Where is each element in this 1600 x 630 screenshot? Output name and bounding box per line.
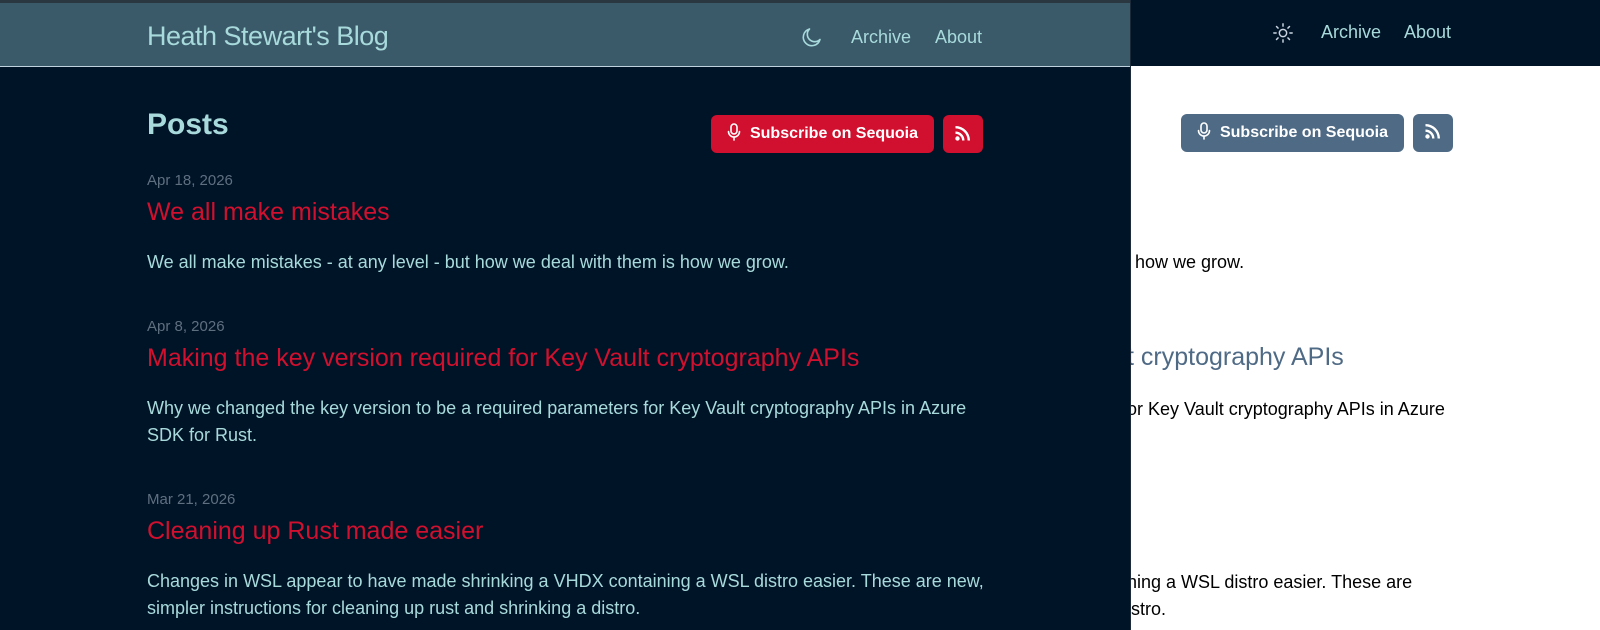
post-summary: Changes in WSL appear to have made shrin…: [147, 571, 984, 618]
dark-navbar: Heath Stewart's Blog Archive About: [0, 0, 1130, 67]
page-title: Posts: [147, 108, 229, 141]
podcast-icon: [727, 122, 741, 146]
light-post-summary-fragment: or Key Vault cryptography APIs in Azure: [1127, 399, 1445, 419]
nav-archive[interactable]: Archive: [851, 27, 911, 48]
post-date: Apr 8, 2026: [147, 318, 225, 335]
post-title-link[interactable]: We all make mistakes: [147, 197, 987, 227]
rss-button[interactable]: [943, 115, 983, 153]
moon-icon[interactable]: [800, 25, 824, 49]
nav-about[interactable]: About: [935, 27, 982, 48]
light-subscribe-label: Subscribe on Sequoia: [1219, 124, 1389, 141]
podcast-icon: [1197, 121, 1211, 145]
post-date: Apr 18, 2026: [147, 172, 233, 189]
post-title-link[interactable]: Cleaning up Rust made easier: [147, 516, 987, 546]
post-date: Mar 21, 2026: [147, 491, 236, 508]
post-title-link[interactable]: Making the key version required for Key …: [147, 343, 987, 373]
post-item: Mar 21, 2026 Cleaning up Rust made easie…: [147, 490, 987, 622]
light-nav-about[interactable]: About: [1404, 22, 1451, 43]
light-post-summary-fragment: istro.: [1127, 599, 1167, 619]
dark-theme-page: Heath Stewart's Blog Archive About Posts…: [0, 0, 1131, 630]
light-rss-button[interactable]: [1413, 114, 1453, 152]
subscribe-button[interactable]: Subscribe on Sequoia: [711, 115, 934, 153]
light-post-summary-fragment: ning a WSL distro easier. These are: [1127, 572, 1413, 592]
post-item: Apr 18, 2026 We all make mistakes We all…: [147, 171, 987, 276]
light-subscribe-button[interactable]: Subscribe on Sequoia: [1181, 114, 1404, 152]
rss-icon: [955, 125, 971, 144]
post-summary: Why we changed the key version to be a r…: [147, 398, 967, 445]
subscribe-label: Subscribe on Sequoia: [749, 125, 919, 142]
site-brand[interactable]: Heath Stewart's Blog: [147, 21, 389, 52]
rss-icon: [1425, 123, 1441, 144]
post-summary: We all make mistakes - at any level - bu…: [147, 252, 789, 272]
sun-icon[interactable]: [1272, 22, 1294, 44]
light-nav-archive[interactable]: Archive: [1321, 22, 1381, 43]
light-post-title-fragment[interactable]: t cryptography APIs: [1127, 343, 1344, 372]
post-item: Apr 8, 2026 Making the key version requi…: [147, 317, 987, 449]
